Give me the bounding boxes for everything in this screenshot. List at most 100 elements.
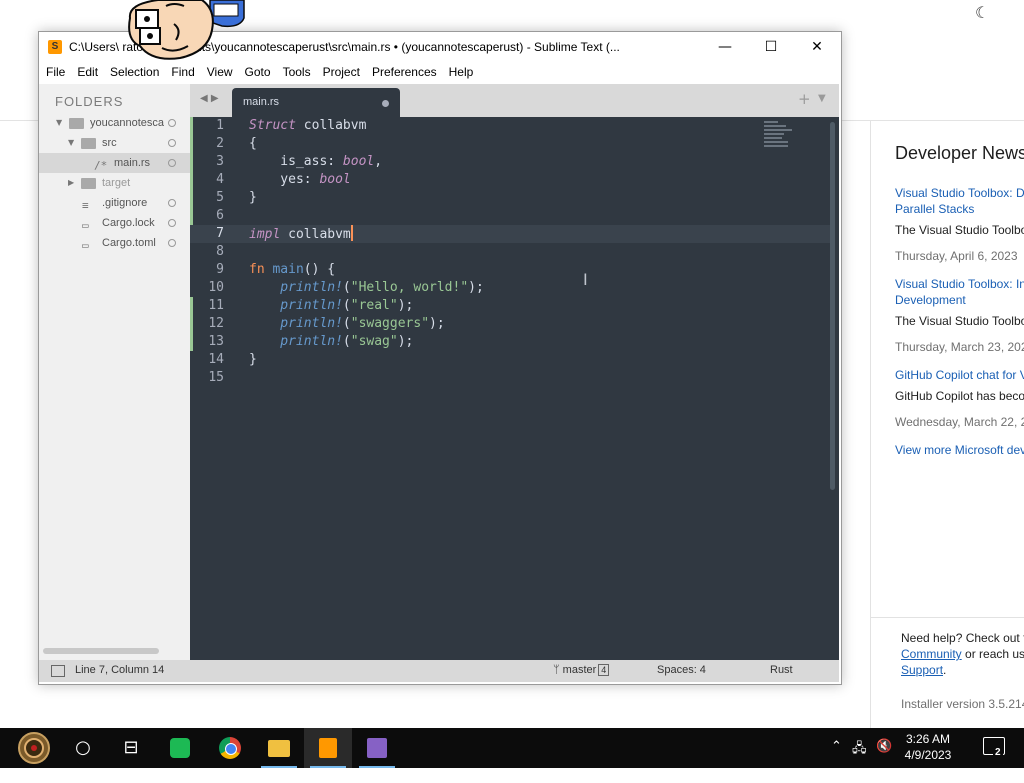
- indentation-setting[interactable]: Spaces: 4: [657, 664, 706, 676]
- tab-main-rs[interactable]: main.rs: [232, 88, 400, 117]
- git-branch-indicator[interactable]: ᛘ master 4: [553, 664, 610, 676]
- start-button[interactable]: [10, 728, 58, 768]
- menu-goto[interactable]: Goto: [238, 62, 276, 79]
- tab-nav-arrows-icon[interactable]: ◀ ▶: [200, 93, 219, 104]
- syntax-selector[interactable]: Rust: [770, 664, 793, 676]
- close-icon[interactable]: ✕: [794, 32, 840, 62]
- clock-time: 3:26 AM: [905, 732, 951, 746]
- code-line: 15: [190, 369, 830, 387]
- news-link[interactable]: Visual Studio Toolbox: In: [895, 276, 1024, 292]
- code-line: 10 println!("Hello, world!");: [190, 279, 830, 297]
- branch-changes-badge: 4: [598, 664, 610, 676]
- code-editor[interactable]: 1 Struct collabvm 2{ 3 is_ass: bool, 4 ye…: [190, 117, 839, 660]
- theme-moon-icon[interactable]: ☾: [975, 3, 989, 22]
- notification-count-badge: 2: [993, 747, 1003, 758]
- unsaved-dot-icon[interactable]: [382, 100, 389, 107]
- menu-preferences[interactable]: Preferences: [365, 62, 442, 79]
- visual-studio-installer-icon[interactable]: [353, 728, 401, 768]
- folder-sidebar: FOLDERS ▼ youcannotesca ▼ src /* main.rs…: [39, 84, 191, 660]
- network-icon[interactable]: 🖧: [852, 739, 867, 761]
- menu-file[interactable]: File: [39, 62, 70, 79]
- line-number: 3: [216, 154, 224, 169]
- menu-project[interactable]: Project: [316, 62, 365, 79]
- sublime-text-taskbar-icon[interactable]: [304, 728, 352, 768]
- cursor-position[interactable]: Line 7, Column 14: [75, 664, 164, 676]
- help-period: .: [943, 663, 947, 677]
- menu-view[interactable]: View: [200, 62, 238, 79]
- developer-news-panel: Developer News Visual Studio Toolbox: De…: [870, 121, 1024, 728]
- expanded-arrow-icon[interactable]: ▼: [56, 113, 62, 133]
- code-line: 8: [190, 243, 830, 261]
- toggle-sidebar-icon[interactable]: [51, 665, 65, 677]
- help-text: Need help? Check out t: [901, 631, 1024, 645]
- string-token: "Hello, world!": [350, 280, 469, 295]
- cartoon-avatar-image: [128, 0, 245, 60]
- task-view-icon[interactable]: ⊟: [107, 728, 155, 768]
- news-link[interactable]: GitHub Copilot chat for V: [895, 367, 1024, 383]
- tree-item-cargo-toml[interactable]: ▭ Cargo.toml: [39, 233, 190, 253]
- code-line: 9 fn main() {: [190, 261, 830, 279]
- macro-token: println!: [249, 334, 343, 349]
- expanded-arrow-icon[interactable]: ▼: [68, 133, 74, 153]
- punctuation-token: (: [342, 316, 351, 331]
- menu-edit[interactable]: Edit: [70, 62, 103, 79]
- support-link[interactable]: Support: [901, 663, 943, 677]
- tab-label: main.rs: [243, 96, 280, 108]
- menu-tools[interactable]: Tools: [276, 62, 316, 79]
- new-tab-plus-icon[interactable]: +: [798, 90, 811, 108]
- maximize-icon[interactable]: ☐: [748, 32, 794, 62]
- code-text: {: [249, 136, 257, 151]
- code-line: 5}: [190, 189, 830, 207]
- tab-list-dropdown-icon[interactable]: ▼: [818, 93, 826, 104]
- news-item: GitHub Copilot chat for V GitHub Copilot…: [895, 367, 1024, 429]
- sublime-app-icon: S: [48, 40, 62, 54]
- news-date: Thursday, April 6, 2023: [895, 249, 1018, 263]
- news-link[interactable]: Visual Studio Toolbox: De: [895, 185, 1024, 201]
- clock-date: 4/9/2023: [904, 748, 952, 762]
- news-link-continued[interactable]: Development: [895, 292, 1024, 308]
- line-number: 4: [216, 172, 224, 187]
- news-date: Wednesday, March 22, 2: [895, 415, 1024, 429]
- code-line: 2{: [190, 135, 830, 153]
- show-hidden-icons-chevron-icon[interactable]: ⌃: [831, 739, 842, 754]
- search-circle-icon[interactable]: ○: [59, 728, 107, 768]
- line-number: 2: [216, 136, 224, 151]
- punctuation-token: () {: [303, 262, 336, 277]
- keyword-token: Struct: [249, 118, 296, 133]
- tab-bar: ◀ ▶ main.rs + ▼: [190, 84, 839, 117]
- editor-scrollbar[interactable]: [830, 122, 835, 490]
- green-app-icon[interactable]: [156, 728, 204, 768]
- news-description: The Visual Studio Toolbo: [895, 223, 1024, 237]
- tree-item-label: main.rs: [114, 157, 151, 169]
- collapsed-arrow-icon[interactable]: ▶: [68, 173, 74, 193]
- chrome-icon[interactable]: [206, 728, 254, 768]
- code-line: 1 Struct collabvm: [190, 117, 830, 135]
- branch-name: master: [562, 664, 597, 676]
- community-link[interactable]: Community: [901, 647, 962, 661]
- tree-item-src[interactable]: ▼ src: [39, 133, 190, 153]
- tree-item-gitignore[interactable]: ≡ .gitignore: [39, 193, 190, 213]
- line-number: 6: [216, 208, 224, 223]
- macro-token: println!: [249, 316, 343, 331]
- folder-icon: [81, 178, 96, 189]
- volume-muted-icon[interactable]: 🔇: [876, 739, 892, 754]
- tree-item-target[interactable]: ▶ target: [39, 173, 190, 193]
- view-more-link[interactable]: View more Microsoft dev: [895, 443, 1024, 457]
- news-link-continued[interactable]: Parallel Stacks: [895, 201, 1024, 217]
- news-date: Thursday, March 23, 202: [895, 340, 1024, 354]
- sidebar-scrollbar[interactable]: [43, 648, 159, 654]
- menu-selection[interactable]: Selection: [103, 62, 164, 79]
- menu-find[interactable]: Find: [164, 62, 199, 79]
- minimap[interactable]: [764, 121, 800, 149]
- file-explorer-icon[interactable]: [255, 728, 303, 768]
- punctuation-token: );: [468, 280, 484, 295]
- tree-item-cargo-lock[interactable]: ▭ Cargo.lock: [39, 213, 190, 233]
- system-clock[interactable]: 3:26 AM 4/9/2023: [900, 731, 956, 763]
- line-number: 1: [216, 118, 224, 133]
- tree-item-project-folder[interactable]: ▼ youcannotesca: [39, 113, 190, 133]
- minimize-icon[interactable]: —: [702, 32, 748, 62]
- start-logo-icon: [18, 732, 50, 764]
- tree-item-main-rs[interactable]: /* main.rs: [39, 153, 190, 173]
- folders-header: FOLDERS: [55, 94, 124, 109]
- menu-help[interactable]: Help: [442, 62, 479, 79]
